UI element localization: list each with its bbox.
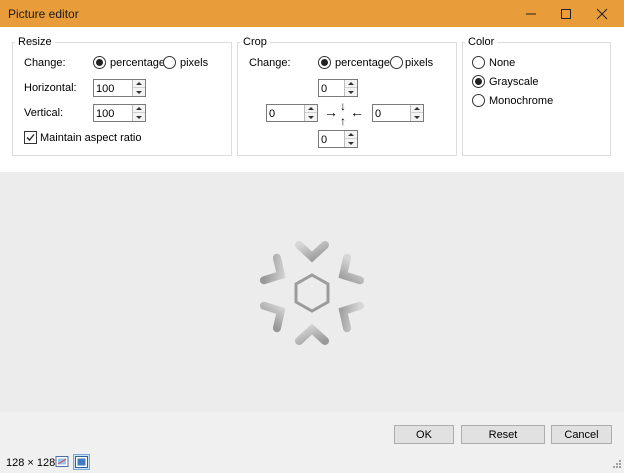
chevron-up-icon [136,107,142,110]
actual-size-icon [75,456,88,468]
maximize-button[interactable] [549,0,583,27]
fit-to-window-button[interactable] [55,455,70,469]
maximize-icon [561,8,571,19]
crop-pixels-label: pixels [405,57,434,69]
status-bar: 128 × 128 [0,452,624,473]
vertical-label: Vertical: [24,107,64,119]
crop-top-down-button[interactable] [345,88,357,96]
color-none-radio[interactable] [472,56,485,69]
reset-button[interactable]: Reset [461,425,545,444]
chevron-down-icon [414,115,420,119]
maintain-aspect-checkbox[interactable] [24,131,37,144]
color-grayscale-label: Grayscale [489,76,539,88]
maintain-aspect-label: Maintain aspect ratio [40,132,142,144]
checkmark-icon [26,134,35,141]
resize-group-label: Resize [15,36,55,48]
crop-top-input[interactable] [321,82,343,95]
color-monochrome-label: Monochrome [489,95,554,107]
chevron-down-icon [136,115,142,119]
crop-right-up-button[interactable] [411,105,423,113]
preview-area [0,172,624,412]
crop-bottom-up-button[interactable] [345,131,357,139]
crop-bottom-down-button[interactable] [345,139,357,147]
color-none-label: None [489,57,516,69]
horizontal-input[interactable] [96,82,132,95]
resize-change-label: Change: [24,57,66,69]
crop-bottom-input[interactable] [321,133,343,146]
horizontal-up-button[interactable] [133,80,145,88]
crop-right-stepper[interactable] [372,104,424,122]
crop-arrow-up: ↑ [340,114,346,128]
crop-left-stepper[interactable] [266,104,318,122]
crop-left-input[interactable] [269,107,303,120]
horizontal-stepper[interactable] [93,79,146,97]
chevron-down-icon [136,90,142,94]
minimize-icon [526,13,536,14]
horizontal-label: Horizontal: [24,82,77,94]
crop-left-down-button[interactable] [305,113,317,121]
crop-bottom-stepper[interactable] [318,130,358,148]
snowflake-icon [259,235,365,351]
crop-percentage-radio[interactable] [318,56,331,69]
crop-group-label: Crop [240,36,270,48]
crop-right-input[interactable] [375,107,409,120]
ok-button[interactable]: OK [394,425,454,444]
vertical-down-button[interactable] [133,113,145,121]
chevron-down-icon [348,141,354,145]
fit-to-window-icon [55,456,69,467]
actual-size-button[interactable] [73,454,90,470]
resize-pixels-label: pixels [180,57,209,69]
color-group-label: Color [465,36,498,48]
crop-arrow-down: ↓ [340,99,346,113]
crop-percentage-label: percentage [335,57,391,69]
window-title: Picture editor [8,7,79,21]
crop-change-label: Change: [249,57,291,69]
vertical-up-button[interactable] [133,105,145,113]
chevron-down-icon [348,90,354,94]
resize-percentage-radio[interactable] [93,56,106,69]
chevron-up-icon [414,107,420,110]
horizontal-down-button[interactable] [133,88,145,96]
chevron-down-icon [308,115,314,119]
title-bar[interactable]: Picture editor [0,0,624,27]
resize-grip-icon[interactable] [610,459,622,471]
color-monochrome-radio[interactable] [472,94,485,107]
crop-pixels-radio[interactable] [390,56,403,69]
crop-top-stepper[interactable] [318,79,358,97]
crop-arrow-right: → [324,104,338,120]
minimize-button[interactable] [514,0,548,27]
crop-top-up-button[interactable] [345,80,357,88]
resize-percentage-label: percentage [110,57,166,69]
close-icon [596,8,608,19]
crop-arrow-left: ← [350,104,364,120]
vertical-input[interactable] [96,107,132,120]
image-dimensions: 128 × 128 [6,457,56,469]
vertical-stepper[interactable] [93,104,146,122]
chevron-up-icon [308,107,314,110]
resize-pixels-radio[interactable] [163,56,176,69]
chevron-up-icon [348,133,354,136]
crop-left-up-button[interactable] [305,105,317,113]
color-grayscale-radio[interactable] [472,75,485,88]
cancel-button[interactable]: Cancel [551,425,612,444]
chevron-up-icon [348,82,354,85]
crop-right-down-button[interactable] [411,113,423,121]
chevron-up-icon [136,82,142,85]
close-button[interactable] [585,0,619,27]
